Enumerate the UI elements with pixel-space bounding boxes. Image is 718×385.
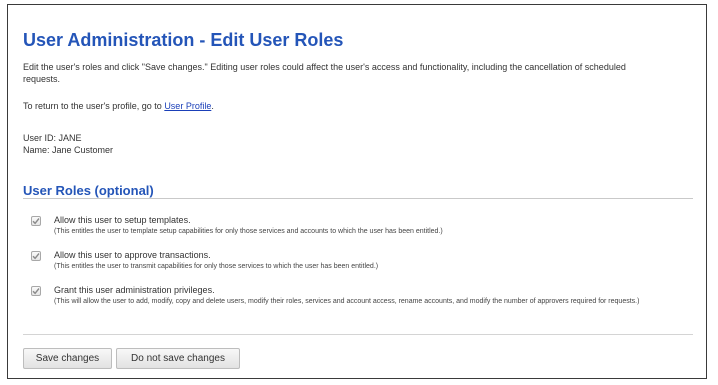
user-id: User ID: JANE — [23, 133, 82, 143]
user-info: User ID: JANE Name: Jane Customer — [23, 132, 113, 156]
role-label: Grant this user administration privilege… — [54, 285, 215, 295]
checkmark-icon — [32, 218, 40, 225]
role-description: (This entitles the user to transmit capa… — [54, 263, 379, 270]
user-name: Name: Jane Customer — [23, 145, 114, 155]
section-divider — [23, 198, 693, 199]
setup-templates-checkbox[interactable] — [31, 216, 41, 226]
admin-privileges-checkbox[interactable] — [31, 286, 41, 296]
page-title: User Administration - Edit User Roles — [23, 30, 344, 50]
checkmark-icon — [32, 253, 40, 260]
role-approve-transactions: Allow this user to approve transactions.… — [31, 250, 691, 271]
user-profile-link[interactable]: User Profile — [164, 101, 211, 111]
role-label: Allow this user to approve transactions. — [54, 250, 211, 260]
role-description: (This entitles the user to template setu… — [54, 228, 443, 235]
role-setup-templates: Allow this user to setup templates. (Thi… — [31, 215, 691, 236]
section-title: User Roles (optional) — [23, 183, 154, 198]
role-admin-privileges: Grant this user administration privilege… — [31, 285, 691, 306]
save-changes-button[interactable]: Save changes — [23, 348, 112, 369]
return-prefix: To return to the user's profile, go to — [23, 101, 162, 111]
role-label: Allow this user to setup templates. — [54, 215, 191, 225]
role-description: (This will allow the user to add, modify… — [54, 298, 640, 305]
intro-text: Edit the user's roles and click "Save ch… — [23, 62, 626, 84]
return-suffix: . — [211, 101, 214, 111]
checkmark-icon — [32, 288, 40, 295]
approve-transactions-checkbox[interactable] — [31, 251, 41, 261]
return-line: To return to the user's profile, go to U… — [23, 101, 214, 111]
actions-divider — [23, 334, 693, 335]
page-frame: User Administration - Edit User Roles Ed… — [7, 4, 707, 379]
do-not-save-button[interactable]: Do not save changes — [116, 348, 240, 369]
